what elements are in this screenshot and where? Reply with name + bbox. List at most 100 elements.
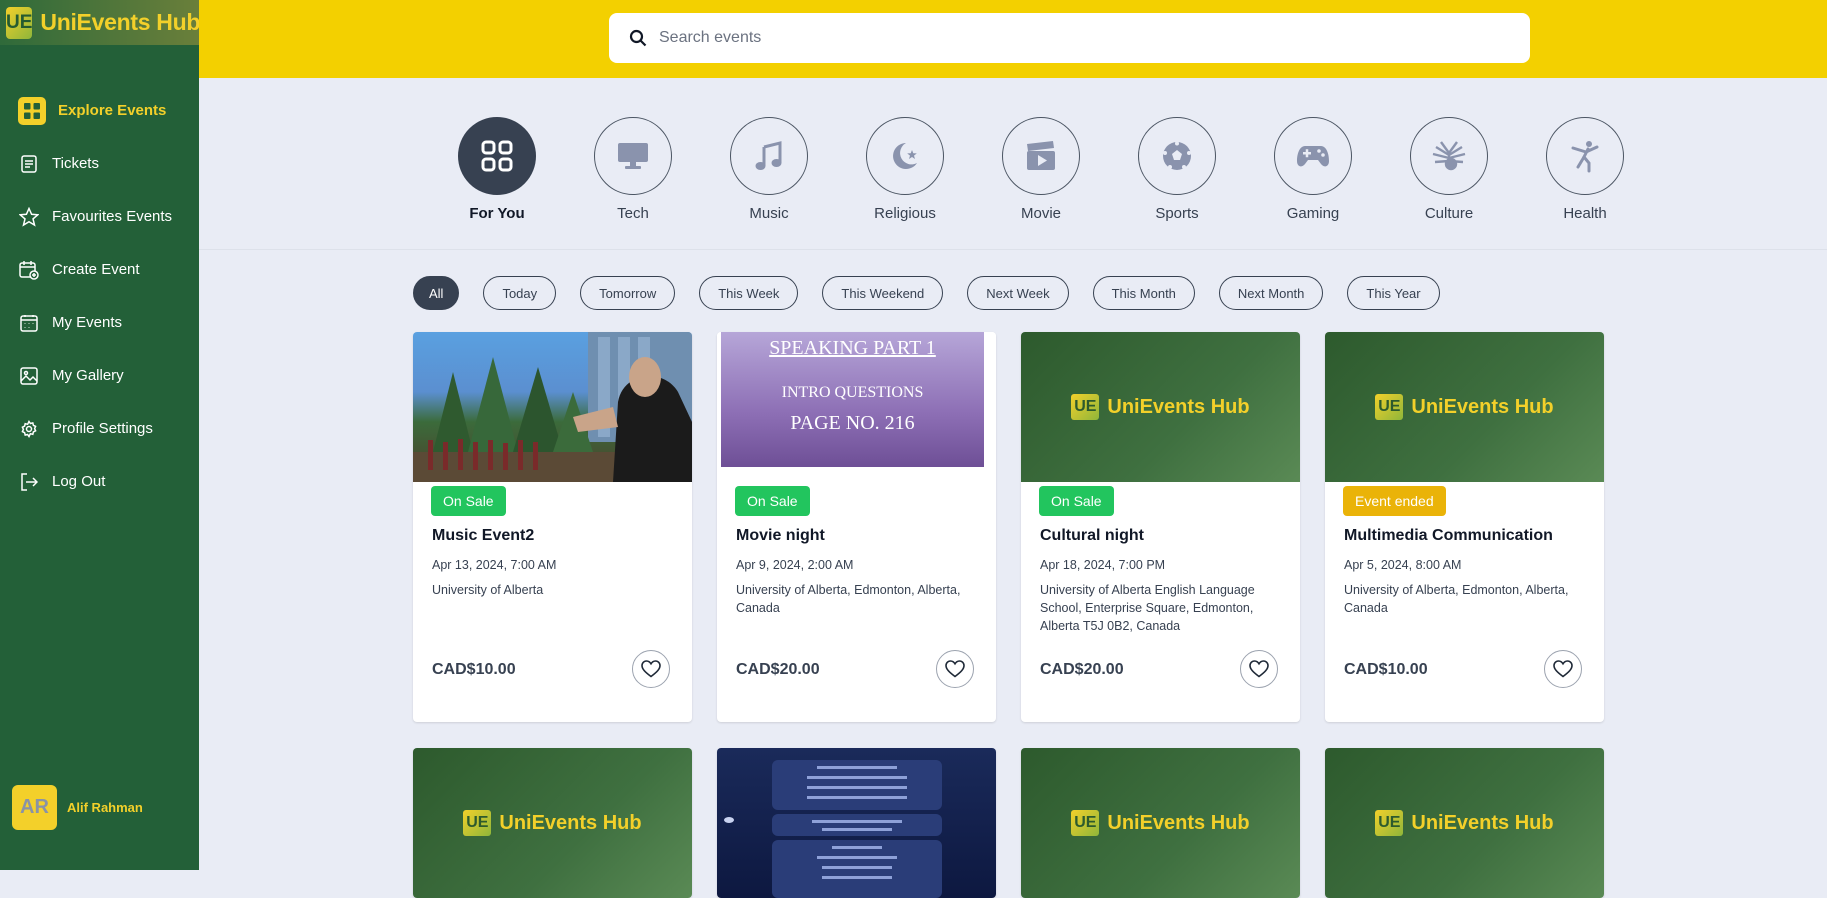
event-card[interactable]: On Sale Music Event2 Apr 13, 2024, 7:00 … (413, 332, 692, 722)
logo-mark: UE (1375, 394, 1404, 420)
event-card[interactable] (717, 748, 996, 898)
event-image: SPEAKING PART 1 INTRO QUESTIONS PAGE NO.… (717, 332, 996, 482)
sidebar-item-label: Create Event (52, 261, 140, 278)
category-music[interactable]: Music (701, 117, 837, 222)
category-gaming[interactable]: Gaming (1245, 117, 1381, 222)
clapperboard-icon (1002, 117, 1080, 195)
status-badge: On Sale (431, 486, 506, 516)
logo-mark: UE (1071, 394, 1100, 420)
status-badge: On Sale (1039, 486, 1114, 516)
event-card[interactable]: UE UniEvents Hub Event ended Multimedia … (1325, 332, 1604, 722)
top-bar (199, 0, 1827, 78)
logo-text: UniEvents Hub (1107, 811, 1250, 834)
category-label: Health (1563, 205, 1607, 222)
sidebar-item-log-out[interactable]: Log Out (0, 455, 199, 508)
sidebar-nav: Explore Events Tickets Favourites Events… (0, 84, 199, 508)
sidebar-item-label: Explore Events (58, 102, 167, 119)
logout-icon (18, 471, 40, 493)
sidebar-item-my-events[interactable]: My Events (0, 296, 199, 349)
sidebar-item-tickets[interactable]: Tickets (0, 137, 199, 190)
filter-this-year[interactable]: This Year (1347, 276, 1440, 310)
sidebar-item-label: Log Out (52, 473, 106, 490)
app-name: UniEvents Hub (40, 9, 201, 35)
sidebar-item-label: Favourites Events (52, 208, 173, 225)
sidebar-item-create-event[interactable]: Create Event (0, 243, 199, 296)
event-title: Music Event2 (432, 527, 535, 544)
filter-this-weekend[interactable]: This Weekend (822, 276, 944, 310)
category-tech[interactable]: Tech (565, 117, 701, 222)
sidebar-item-explore-events[interactable]: Explore Events (0, 84, 199, 137)
filter-next-month[interactable]: Next Month (1218, 276, 1324, 310)
filter-this-week[interactable]: This Week (699, 276, 799, 310)
event-image: UE UniEvents Hub (413, 748, 692, 898)
favorite-button[interactable] (1240, 650, 1278, 688)
event-date: Apr 9, 2024, 2:00 AM (736, 558, 854, 572)
event-date: Apr 18, 2024, 7:00 PM (1040, 558, 1166, 572)
category-label: Religious (874, 205, 936, 222)
category-bar: For You Tech Music Religious Movie Sport… (429, 117, 1653, 222)
category-label: Culture (1424, 205, 1474, 222)
logo-text: UniEvents Hub (1107, 395, 1250, 418)
image-text-page: PAGE NO. 216 (790, 412, 915, 434)
crescent-star-icon (866, 117, 944, 195)
event-card[interactable]: UE UniEvents Hub (413, 748, 692, 898)
event-price: CAD$20.00 (1040, 661, 1124, 678)
filter-this-month[interactable]: This Month (1092, 276, 1195, 310)
document-icon (18, 153, 40, 175)
event-image (717, 748, 996, 898)
category-label: Tech (617, 205, 649, 222)
favorite-button[interactable] (936, 650, 974, 688)
category-religious[interactable]: Religious (837, 117, 973, 222)
event-title: Multimedia Communication (1344, 527, 1553, 544)
image-text-heading: SPEAKING PART 1 (769, 337, 936, 359)
image-icon (18, 365, 40, 387)
music-note-icon (730, 117, 808, 195)
user-name: Alif Rahman (67, 800, 143, 815)
event-card[interactable]: SPEAKING PART 1 INTRO QUESTIONS PAGE NO.… (717, 332, 996, 722)
category-health[interactable]: Health (1517, 117, 1653, 222)
user-profile[interactable]: AR Alif Rahman (12, 785, 143, 830)
avatar: AR (12, 785, 57, 830)
monitor-icon (594, 117, 672, 195)
sidebar-item-label: My Gallery (52, 367, 124, 384)
sidebar-item-favourites[interactable]: Favourites Events (0, 190, 199, 243)
heart-icon (641, 660, 661, 678)
filter-all[interactable]: All (413, 276, 460, 310)
category-culture[interactable]: Culture (1381, 117, 1517, 222)
search-box[interactable] (609, 13, 1530, 63)
sidebar-item-my-gallery[interactable]: My Gallery (0, 349, 199, 402)
event-image: UE UniEvents Hub (1325, 748, 1604, 898)
search-icon (629, 29, 647, 47)
soccer-ball-icon (1138, 117, 1216, 195)
event-card[interactable]: UE UniEvents Hub On Sale Cultural night … (1021, 332, 1300, 722)
category-for-you[interactable]: For You (429, 117, 565, 222)
event-image: UE UniEvents Hub (1021, 748, 1300, 898)
event-title: Cultural night (1040, 527, 1144, 544)
logo-mark: UE (1071, 810, 1100, 836)
sidebar-item-label: My Events (52, 314, 123, 331)
category-label: Movie (1020, 205, 1061, 222)
favorite-button[interactable] (1544, 650, 1582, 688)
favorite-button[interactable] (632, 650, 670, 688)
event-location: University of Alberta, Edmonton, Alberta… (1344, 583, 1569, 615)
logo-mark: UE (1375, 810, 1404, 836)
filter-tomorrow[interactable]: Tomorrow (580, 276, 676, 310)
event-card[interactable]: UE UniEvents Hub (1021, 748, 1300, 898)
category-label: Gaming (1286, 205, 1340, 222)
logo-text: UniEvents Hub (1411, 395, 1554, 418)
event-card[interactable]: UE UniEvents Hub (1325, 748, 1604, 898)
date-filters: All Today Tomorrow This Week This Weeken… (413, 276, 1464, 310)
filter-today[interactable]: Today (483, 276, 557, 310)
brand-logo[interactable]: UE UniEvents Hub (0, 0, 201, 45)
heart-icon (945, 660, 965, 678)
sidebar-item-profile-settings[interactable]: Profile Settings (0, 402, 199, 455)
event-image: UE UniEvents Hub (1325, 332, 1604, 482)
category-sports[interactable]: Sports (1109, 117, 1245, 222)
status-badge: On Sale (735, 486, 810, 516)
event-date: Apr 5, 2024, 8:00 AM (1344, 558, 1462, 572)
filter-next-week[interactable]: Next Week (967, 276, 1069, 310)
event-location: University of Alberta, Edmonton, Alberta… (736, 583, 961, 615)
logo-mark: UE (463, 810, 492, 836)
category-movie[interactable]: Movie (973, 117, 1109, 222)
search-input[interactable] (657, 28, 1521, 48)
